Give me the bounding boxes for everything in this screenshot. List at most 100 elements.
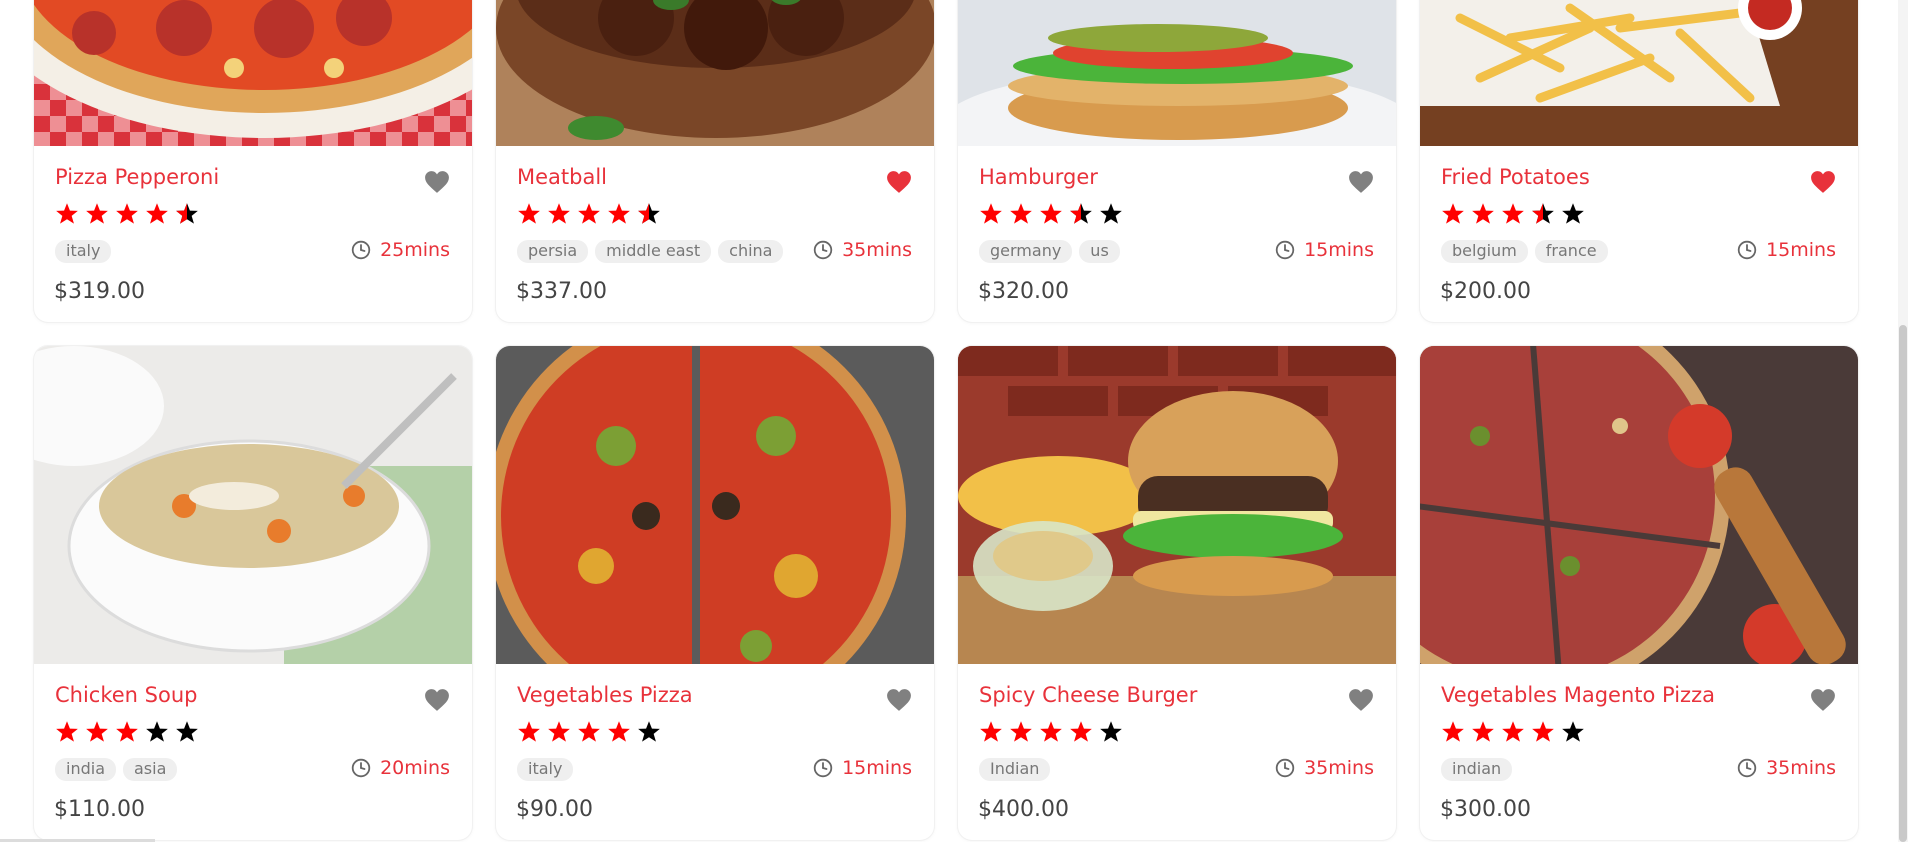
cuisine-tag[interactable]: germany: [979, 240, 1073, 263]
clock-icon: [1275, 240, 1295, 260]
cuisine-tag[interactable]: france: [1534, 240, 1608, 263]
heart-filled-icon[interactable]: [1810, 170, 1836, 194]
cuisine-tag[interactable]: middle east: [595, 240, 712, 263]
cuisine-tag[interactable]: indian: [1441, 758, 1513, 781]
star-filled-icon: [1008, 719, 1034, 744]
star-filled-icon: [54, 201, 80, 226]
rating-stars: [54, 201, 200, 226]
product-image-hamburger[interactable]: [958, 0, 1396, 146]
star-filled-icon: [576, 719, 602, 744]
star-filled-icon: [1440, 201, 1466, 226]
cook-time: 35mins: [813, 239, 912, 261]
product-card[interactable]: Hamburger germany us 15mins $320.00: [958, 0, 1396, 322]
product-name[interactable]: Spicy Cheese Burger: [979, 683, 1197, 707]
cuisine-tags: italy: [517, 758, 574, 781]
product-card[interactable]: Vegetables Magento Pizza indian 35mins $…: [1420, 346, 1858, 840]
star-filled-icon: [1500, 201, 1526, 226]
cuisine-tag[interactable]: persia: [517, 240, 589, 263]
cuisine-tag[interactable]: china: [718, 240, 784, 263]
product-name[interactable]: Vegetables Magento Pizza: [1441, 683, 1715, 707]
star-filled-icon: [1470, 201, 1496, 226]
cuisine-tags: indian: [1441, 758, 1513, 781]
product-card-body: Pizza Pepperoni italy 25mins $319.00: [34, 146, 472, 322]
cuisine-tag[interactable]: india: [55, 758, 116, 781]
star-filled-icon: [516, 719, 542, 744]
star-filled-icon: [606, 719, 632, 744]
cuisine-tag[interactable]: italy: [55, 240, 112, 263]
rating-stars: [516, 201, 662, 226]
heart-icon[interactable]: [1810, 688, 1836, 712]
cuisine-tag[interactable]: asia: [123, 758, 178, 781]
scrollbar-track[interactable]: [1898, 0, 1908, 842]
cook-time-value: 35mins: [1304, 757, 1374, 779]
star-empty-icon: [1560, 719, 1586, 744]
star-filled-icon: [114, 201, 140, 226]
star-half-icon: [1068, 201, 1094, 226]
heart-filled-icon[interactable]: [886, 170, 912, 194]
heart-icon[interactable]: [424, 170, 450, 194]
product-card[interactable]: Spicy Cheese Burger Indian 35mins $400.0…: [958, 346, 1396, 840]
cuisine-tag[interactable]: Indian: [979, 758, 1051, 781]
cuisine-tag[interactable]: us: [1079, 240, 1120, 263]
product-card-body: Hamburger germany us 15mins $320.00: [958, 146, 1396, 322]
cook-time-value: 35mins: [1766, 757, 1836, 779]
star-filled-icon: [1530, 719, 1556, 744]
heart-icon[interactable]: [886, 688, 912, 712]
star-filled-icon: [144, 201, 170, 226]
cook-time: 20mins: [351, 757, 450, 779]
product-card[interactable]: Pizza Pepperoni italy 25mins $319.00: [34, 0, 472, 322]
cook-time: 25mins: [351, 239, 450, 261]
product-card-body: Chicken Soup india asia 20mins $110.00: [34, 664, 472, 840]
product-card-body: Vegetables Magento Pizza indian 35mins $…: [1420, 664, 1858, 840]
product-name[interactable]: Vegetables Pizza: [517, 683, 693, 707]
product-name[interactable]: Hamburger: [979, 165, 1098, 189]
cuisine-tags: Indian: [979, 758, 1051, 781]
product-card[interactable]: Fried Potatoes belgium france 15mins $200…: [1420, 0, 1858, 322]
heart-icon[interactable]: [424, 688, 450, 712]
clock-icon: [813, 240, 833, 260]
product-image-spicy-cheese-burger[interactable]: [958, 346, 1396, 664]
product-grid: Pizza Pepperoni italy 25mins $319.00 Mea…: [34, 0, 1858, 840]
star-half-icon: [1530, 201, 1556, 226]
star-empty-icon: [1098, 719, 1124, 744]
product-image-pizza-pepperoni[interactable]: [34, 0, 472, 146]
star-filled-icon: [576, 201, 602, 226]
star-filled-icon: [1038, 719, 1064, 744]
heart-icon[interactable]: [1348, 170, 1374, 194]
cuisine-tags: belgium france: [1441, 240, 1608, 263]
star-empty-icon: [144, 719, 170, 744]
cuisine-tag[interactable]: belgium: [1441, 240, 1528, 263]
cuisine-tag[interactable]: italy: [517, 758, 574, 781]
product-price: $300.00: [1440, 797, 1531, 822]
product-image-chicken-soup[interactable]: [34, 346, 472, 664]
product-name[interactable]: Chicken Soup: [55, 683, 198, 707]
star-filled-icon: [1008, 201, 1034, 226]
rating-stars: [978, 201, 1124, 226]
product-card[interactable]: Meatball persia middle east china 35mins $…: [496, 0, 934, 322]
product-image-meatball-bowl[interactable]: [496, 0, 934, 146]
product-price: $200.00: [1440, 279, 1531, 304]
scrollbar-thumb[interactable]: [1899, 325, 1907, 842]
product-card[interactable]: Vegetables Pizza italy 15mins $90.00: [496, 346, 934, 840]
product-image-vegetables-magento-pizza[interactable]: [1420, 346, 1858, 664]
product-price: $320.00: [978, 279, 1069, 304]
star-filled-icon: [114, 719, 140, 744]
star-filled-icon: [1470, 719, 1496, 744]
heart-icon[interactable]: [1348, 688, 1374, 712]
cook-time-value: 15mins: [842, 757, 912, 779]
star-filled-icon: [54, 719, 80, 744]
product-card-body: Vegetables Pizza italy 15mins $90.00: [496, 664, 934, 840]
product-card-body: Fried Potatoes belgium france 15mins $200…: [1420, 146, 1858, 322]
star-empty-icon: [1560, 201, 1586, 226]
product-name[interactable]: Fried Potatoes: [1441, 165, 1590, 189]
star-half-icon: [636, 201, 662, 226]
star-filled-icon: [84, 201, 110, 226]
product-name[interactable]: Meatball: [517, 165, 607, 189]
cuisine-tags: italy: [55, 240, 112, 263]
rating-stars: [1440, 201, 1586, 226]
product-card[interactable]: Chicken Soup india asia 20mins $110.00: [34, 346, 472, 840]
product-image-vegetables-pizza[interactable]: [496, 346, 934, 664]
cook-time-value: 20mins: [380, 757, 450, 779]
product-image-fried-potatoes[interactable]: [1420, 0, 1858, 146]
product-name[interactable]: Pizza Pepperoni: [55, 165, 219, 189]
